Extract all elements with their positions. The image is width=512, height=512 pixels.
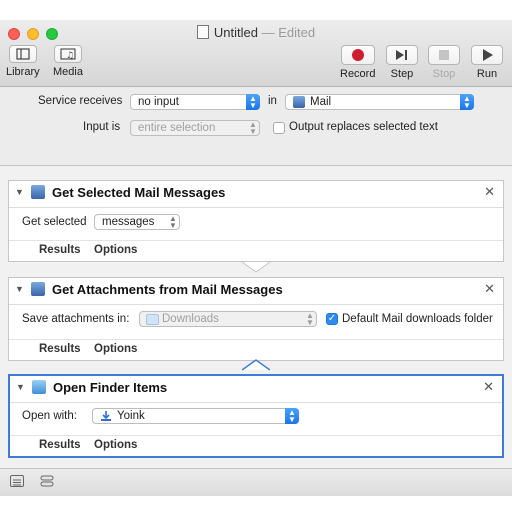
edited-label: — Edited [261,25,316,40]
default-mail-downloads-checkbox[interactable]: ✓ [326,313,338,325]
input-is-label: Input is [83,121,121,133]
save-attachments-label: Save attachments in: [22,313,130,325]
document-icon [196,25,209,39]
run-label: Run [476,68,498,80]
save-location-popup[interactable]: Downloads ▲ ▼ [139,311,317,327]
options-tab[interactable]: Options [94,244,137,256]
options-tab[interactable]: Options [94,439,137,451]
action-open-finder-items[interactable]: ▼ Open Finder Items ✕ Open with: Yoink ▲… [8,374,504,458]
input-type-popup[interactable]: no input ▲ ▼ [130,94,260,110]
results-tab[interactable]: Results [39,244,81,256]
action-get-selected-mail-messages[interactable]: ▼ Get Selected Mail Messages ✕ Get selec… [8,180,504,262]
step-label: Step [390,68,414,80]
open-with-popup[interactable]: Yoink ▲ ▼ [92,408,299,424]
record-label: Record [340,68,376,80]
output-replaces-label: Output replaces selected text [289,121,438,133]
media-label: Media [53,66,83,78]
results-tab[interactable]: Results [39,439,81,451]
record-button[interactable]: Record [340,45,375,80]
results-tab[interactable]: Results [39,343,81,355]
open-with-label: Open with: [22,410,77,422]
default-mail-downloads-label: Default Mail downloads folder [342,313,493,325]
action-connector [242,261,270,273]
record-icon [340,45,375,65]
chevron-updown-icon: ▲ ▼ [306,311,314,327]
chevron-updown-icon: ▲ ▼ [169,214,177,230]
get-selected-popup[interactable]: messages ▲ ▼ [94,214,180,230]
title-text: Untitled [213,25,258,40]
chevron-updown-icon: ▲ ▼ [285,408,299,424]
chevron-updown-icon: ▲ ▼ [249,120,257,136]
close-icon[interactable]: ✕ [484,281,495,297]
bottom-bar [0,468,512,496]
action-header: ▼ Open Finder Items ✕ [10,376,502,403]
toolbar: Untitled — Edited Library ♫ Media Record [0,20,512,87]
stop-icon [428,45,460,65]
in-label: in [268,95,277,107]
mail-action-icon [31,185,45,199]
application-popup[interactable]: Mail ▲ ▼ [285,94,474,110]
window-title: Untitled — Edited [0,25,512,40]
run-icon [471,45,503,65]
step-icon [386,45,418,65]
action-title: Get Selected Mail Messages [52,185,226,200]
action-footer: Results Options [9,339,503,360]
yoink-app-icon [100,410,112,422]
get-selected-value: messages [102,216,155,228]
open-with-value: Yoink [117,410,145,422]
stop-label: Stop [432,68,456,80]
chevron-updown-icon: ▲ ▼ [460,94,474,110]
output-replaces-checkbox[interactable] [273,122,285,134]
options-tab[interactable]: Options [94,343,137,355]
folder-icon [146,314,159,325]
close-icon[interactable]: ✕ [483,379,494,395]
action-get-attachments[interactable]: ▼ Get Attachments from Mail Messages ✕ S… [8,277,504,361]
step-button[interactable]: Step [386,45,418,80]
service-config: Service receives no input ▲ ▼ in Mail ▲ ▼ … [0,87,512,166]
action-header: ▼ Get Attachments from Mail Messages ✕ [9,278,503,305]
input-type-value: no input [138,96,179,108]
close-icon[interactable]: ✕ [484,184,495,200]
media-button[interactable]: ♫ Media [53,45,83,78]
disclosure-triangle-icon[interactable]: ▼ [16,382,25,392]
input-is-value: entire selection [138,122,216,134]
get-selected-label: Get selected [22,216,87,228]
variables-view-icon[interactable] [40,475,54,487]
service-receives-label: Service receives [38,95,123,107]
finder-action-icon [32,380,46,394]
stop-button[interactable]: Stop [428,45,460,80]
mail-action-icon [31,282,45,296]
action-header: ▼ Get Selected Mail Messages ✕ [9,181,503,208]
svg-text:♫: ♫ [66,51,74,61]
automator-window: Untitled — Edited Library ♫ Media Record [0,20,512,496]
save-location-value: Downloads [162,313,219,325]
workflow-canvas: ▼ Get Selected Mail Messages ✕ Get selec… [0,166,512,468]
action-footer: Results Options [9,240,503,261]
application-value: Mail [310,96,332,108]
action-connector [242,359,270,371]
library-label: Library [6,66,40,78]
action-title: Open Finder Items [53,380,168,395]
media-icon: ♫ [53,45,82,63]
library-button[interactable]: Library [6,45,40,78]
disclosure-triangle-icon[interactable]: ▼ [15,284,24,294]
library-icon [8,45,37,63]
disclosure-triangle-icon[interactable]: ▼ [15,187,24,197]
log-view-icon[interactable] [10,475,24,487]
action-title: Get Attachments from Mail Messages [52,282,283,297]
input-is-popup[interactable]: entire selection ▲ ▼ [130,120,260,136]
action-footer: Results Options [10,435,502,456]
chevron-updown-icon: ▲ ▼ [246,94,260,110]
mail-app-icon [293,96,305,108]
run-button[interactable]: Run [471,45,503,80]
